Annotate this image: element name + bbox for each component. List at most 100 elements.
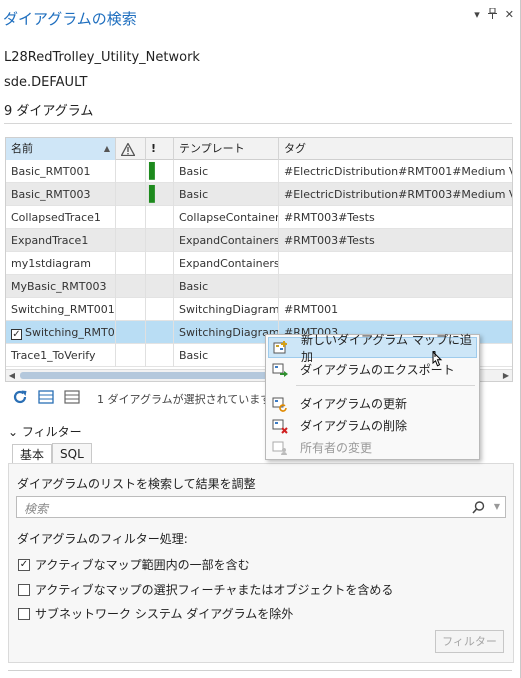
table-toolbar — [12, 389, 80, 405]
scroll-right-icon[interactable]: ▶ — [500, 370, 512, 381]
filter-process-label: ダイアグラムのフィルター処理: — [17, 532, 188, 546]
cell-template: Basic — [174, 344, 279, 367]
cell-name: Basic_RMT001 — [6, 160, 116, 183]
option-exclude-subnetwork[interactable]: サブネットワーク システム ダイアグラムを除外 — [18, 605, 293, 622]
filter-panel: ダイアグラムのリストを検索して結果を調整 検索 ▼ ダイアグラムのフィルター処理… — [8, 463, 514, 663]
cell-template: Basic — [174, 160, 279, 183]
refresh-icon[interactable] — [12, 389, 28, 405]
option-active-extent[interactable]: ✓ アクティブなマップ範囲内の一部を含む — [18, 556, 250, 573]
diagram-name: Trace1_ToVerify — [11, 349, 96, 362]
checkbox[interactable] — [18, 583, 30, 596]
cell-template: Basic — [174, 275, 279, 298]
diagram-name: my1stdiagram — [11, 257, 92, 270]
list-view-icon[interactable] — [64, 389, 80, 405]
version-name: sde.DEFAULT — [4, 75, 88, 90]
cell-flag — [146, 321, 174, 344]
table-row[interactable]: my1stdiagram ExpandContainers — [6, 252, 512, 275]
search-icon[interactable] — [472, 501, 485, 517]
cell-warning — [116, 183, 146, 206]
diagram-name: Basic_RMT001 — [11, 165, 91, 178]
cell-tag: #RMT003#Tests — [284, 234, 375, 247]
search-dropdown-icon[interactable]: ▼ — [494, 502, 500, 511]
menu-item-change-owner[interactable]: 所有者の変更 — [268, 437, 477, 458]
menu-item-export[interactable]: ダイアグラムのエクスポート — [268, 359, 477, 380]
diagram-name: Switching_RMT003 — [25, 326, 115, 339]
diagram-name: Basic_RMT003 — [11, 188, 91, 201]
diagram-name: MyBasic_RMT003 — [11, 280, 107, 293]
cell-name: Switching_RMT001 — [6, 298, 116, 321]
cell-flag — [146, 275, 174, 298]
cell-template: ExpandContainers — [174, 229, 279, 252]
pane-controls: ▾ ✕ — [474, 7, 514, 22]
context-menu: 新しいダイアグラム マップに追加 ダイアグラムのエクスポート ダイアグラムの更新… — [265, 333, 480, 460]
cell-tag: #ElectricDistribution#RMT001#Medium Volt… — [284, 165, 512, 178]
search-placeholder: 検索 — [24, 502, 49, 516]
add-to-map-icon — [273, 340, 289, 356]
cell-template: SwitchingDiagrams — [174, 321, 279, 344]
selection-status: 1 ダイアグラムが選択されています — [97, 393, 272, 406]
option-selected-features[interactable]: アクティブなマップの選択フィーチャまたはオブジェクトを含める — [18, 581, 393, 598]
filter-section-header[interactable]: ⌄ フィルター — [8, 423, 82, 440]
cell-name: CollapsedTrace1 — [6, 206, 116, 229]
column-header-name[interactable]: 名前 ▲ — [6, 138, 116, 160]
column-header-warning[interactable] — [116, 138, 146, 160]
cell-warning — [116, 229, 146, 252]
cell-tag — [279, 275, 512, 298]
cell-warning — [116, 321, 146, 344]
menu-item-delete[interactable]: ダイアグラムの削除 — [268, 415, 477, 436]
filter-button[interactable]: フィルター — [435, 630, 504, 653]
cell-warning — [116, 206, 146, 229]
pin-icon[interactable] — [487, 7, 497, 22]
table-row[interactable]: Basic_RMT003 ▌ Basic #ElectricDistribution#… — [6, 183, 512, 206]
cell-tag: #RMT003#Tests — [284, 211, 375, 224]
network-name: L28RedTrolley_Utility_Network — [4, 50, 200, 65]
cell-name: my1stdiagram — [6, 252, 116, 275]
checkbox-checked[interactable]: ✓ — [18, 558, 30, 571]
table-header: 名前 ▲ ! テンプレート タグ — [6, 138, 512, 160]
cell-tag — [279, 252, 512, 275]
export-icon — [272, 362, 288, 378]
diagram-name: ExpandTrace1 — [11, 234, 89, 247]
change-owner-icon — [272, 440, 288, 456]
tab-sql[interactable]: SQL — [52, 443, 92, 464]
column-header-tag[interactable]: タグ — [279, 138, 512, 160]
column-header-template[interactable]: テンプレート — [174, 138, 279, 160]
diagram-search-pane: ダイアグラムの検索 ▾ ✕ L28RedTrolley_Utility_Netw… — [0, 0, 521, 678]
menu-item-update[interactable]: ダイアグラムの更新 — [268, 393, 477, 414]
cell-tag: #RMT001 — [284, 303, 339, 316]
checkbox[interactable] — [18, 607, 30, 620]
scroll-thumb[interactable] — [20, 372, 274, 379]
inconsistent-flag-icon: ▌ — [146, 160, 174, 183]
table-row[interactable]: Switching_RMT001 SwitchingDiagrams #RMT001 — [6, 298, 512, 321]
chevron-down-icon[interactable]: ▾ — [474, 8, 480, 22]
cell-name: ExpandTrace1 — [6, 229, 116, 252]
close-icon[interactable]: ✕ — [505, 8, 514, 22]
table-row[interactable]: Basic_RMT001 ▌ Basic #ElectricDistribution#… — [6, 160, 512, 183]
table-row[interactable]: MyBasic_RMT003 Basic — [6, 275, 512, 298]
cell-flag — [146, 344, 174, 367]
cell-flag — [146, 298, 174, 321]
menu-separator — [296, 385, 475, 386]
sort-ascending-icon: ▲ — [103, 144, 110, 153]
delete-diagram-icon — [272, 418, 288, 434]
table-row[interactable]: CollapsedTrace1 CollapseContainers #RMT003… — [6, 206, 512, 229]
pane-title: ダイアグラムの検索 — [3, 10, 137, 28]
column-header-flag[interactable]: ! — [146, 138, 174, 160]
table-view-icon[interactable] — [38, 389, 54, 405]
tab-basic[interactable]: 基本 — [12, 444, 53, 465]
cell-warning — [116, 275, 146, 298]
menu-item-add-to-new-map[interactable]: 新しいダイアグラム マップに追加 — [268, 333, 477, 364]
cell-template: SwitchingDiagrams — [174, 298, 279, 321]
scroll-left-icon[interactable]: ◀ — [6, 370, 18, 381]
cell-name: ✓Switching_RMT003 — [6, 321, 116, 344]
divider — [8, 670, 512, 671]
cell-warning — [116, 252, 146, 275]
search-input[interactable]: 検索 ▼ — [16, 496, 506, 518]
diagram-count: 9 ダイアグラム — [4, 104, 94, 119]
cell-warning — [116, 344, 146, 367]
table-row[interactable]: ExpandTrace1 ExpandContainers #RMT003#Test… — [6, 229, 512, 252]
row-checkbox[interactable]: ✓ — [11, 329, 22, 340]
cell-flag — [146, 206, 174, 229]
cell-template: Basic — [174, 183, 279, 206]
cell-template: ExpandContainers — [174, 252, 279, 275]
